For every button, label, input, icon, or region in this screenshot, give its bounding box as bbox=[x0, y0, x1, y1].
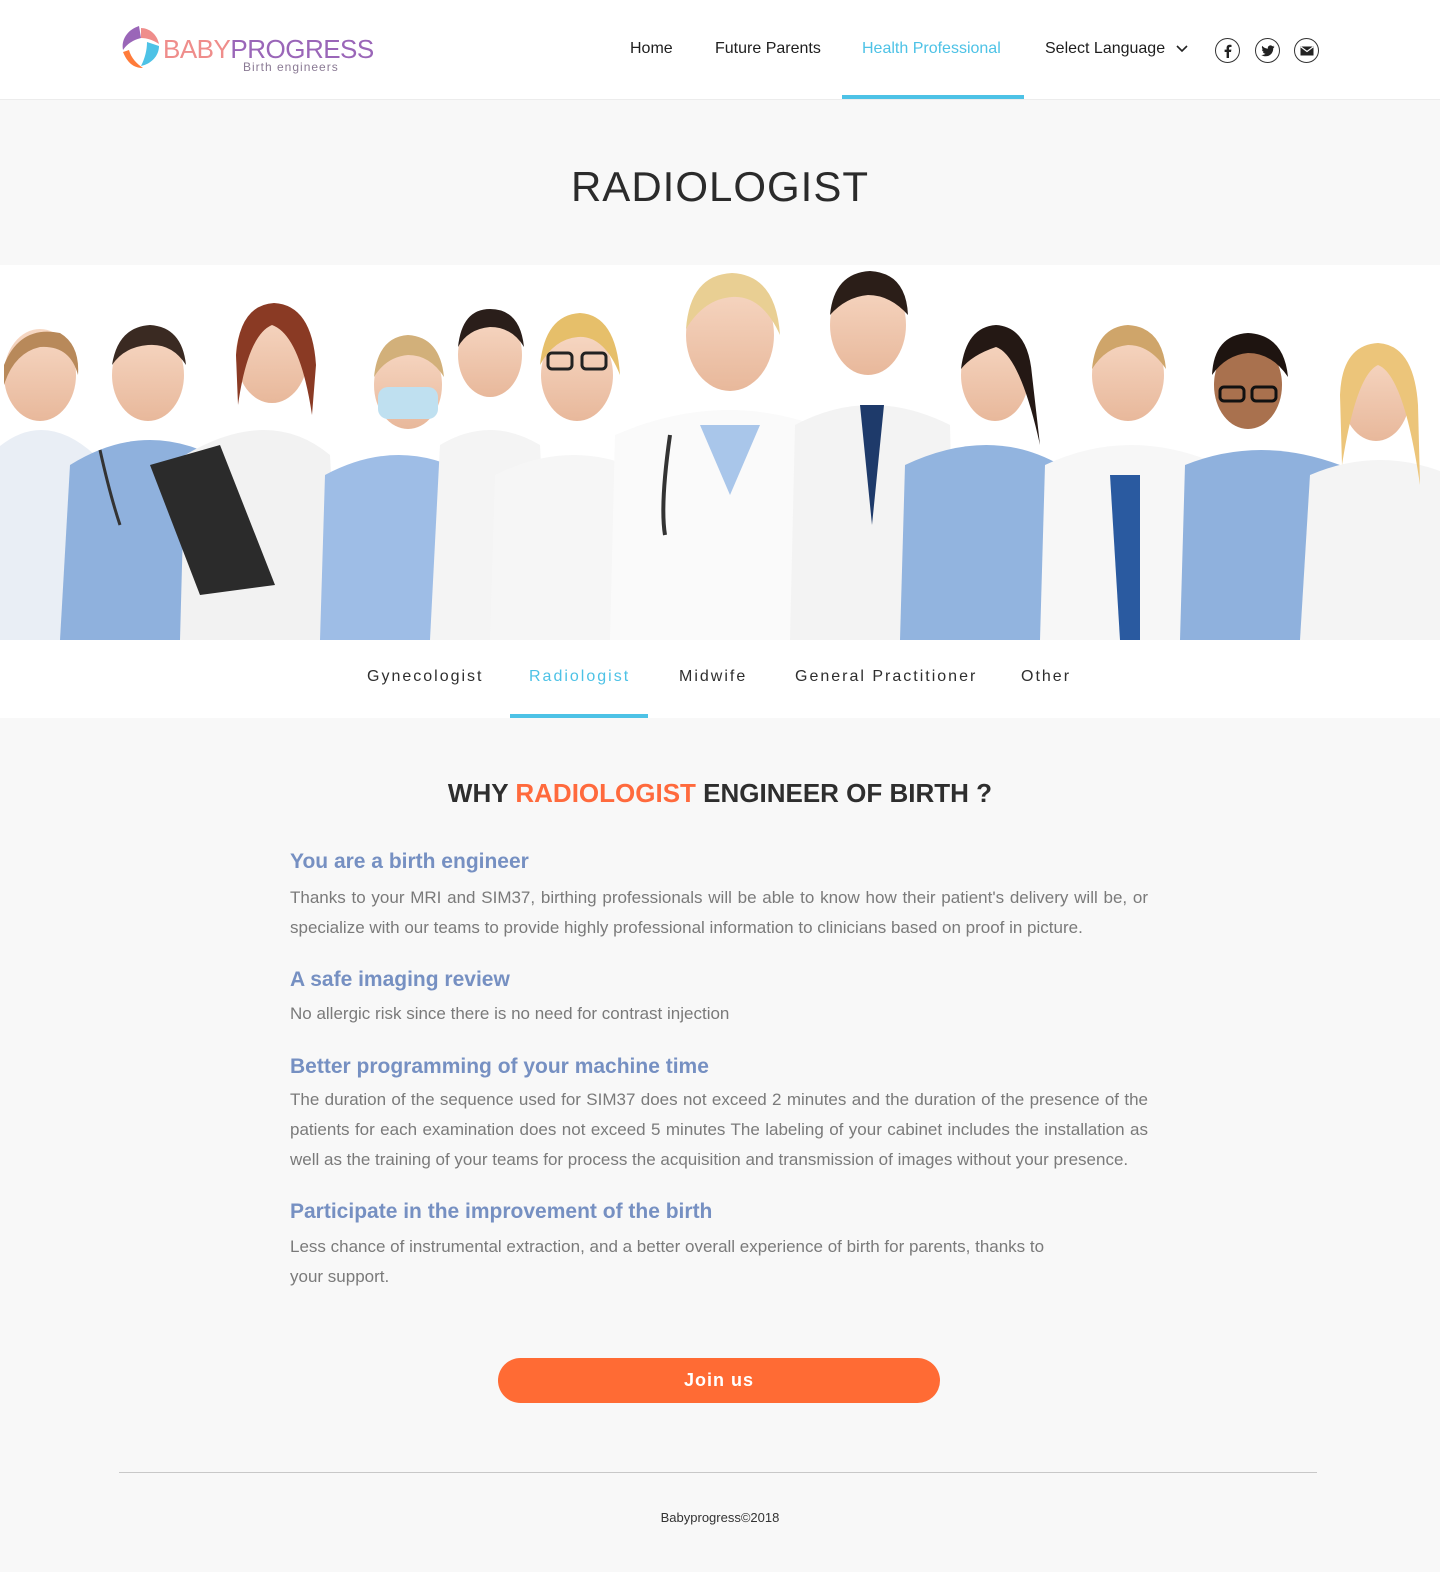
nav-home[interactable]: Home bbox=[630, 40, 673, 58]
page-title: RADIOLOGIST bbox=[570, 163, 870, 210]
nav-health-professional[interactable]: Health Professional bbox=[862, 40, 1001, 58]
benefit-text: Thanks to your MRI and SIM37, birthing p… bbox=[290, 888, 1148, 937]
logo-tagline: Birth engineers bbox=[243, 60, 339, 74]
benefit-title: You are a birth engineer bbox=[290, 850, 529, 873]
chevron-down-icon bbox=[1175, 45, 1188, 52]
tab-general-practitioner[interactable]: General Practitioner bbox=[795, 668, 977, 686]
nav-future-parents[interactable]: Future Parents bbox=[715, 40, 821, 58]
section-heading-accent: RADIOLOGIST bbox=[515, 778, 696, 808]
benefit-text: Less chance of instrumental extraction, … bbox=[290, 1237, 1045, 1286]
medical-team-illustration bbox=[0, 265, 1440, 640]
tab-gynecologist[interactable]: Gynecologist bbox=[367, 668, 484, 686]
section-heading-pre: WHY bbox=[447, 778, 509, 808]
twitter-icon[interactable] bbox=[1255, 38, 1280, 63]
facebook-icon[interactable] bbox=[1215, 38, 1240, 63]
tab-midwife[interactable]: Midwife bbox=[679, 668, 747, 686]
benefit-text: The duration of the sequence used for SI… bbox=[290, 1090, 1148, 1169]
benefit-title: A safe imaging review bbox=[290, 968, 510, 991]
footer-copyright: Babyprogress©2018 bbox=[660, 1510, 780, 1525]
language-select-label: Select Language bbox=[1045, 40, 1166, 57]
hero-image bbox=[0, 265, 1440, 640]
language-select[interactable]: Select Language bbox=[1045, 40, 1188, 58]
benefit-title: Participate in the improvement of the bi… bbox=[290, 1200, 713, 1223]
profession-tabs: Gynecologist Radiologist Midwife General… bbox=[0, 640, 1440, 718]
benefit-title: Better programming of your machine time bbox=[290, 1055, 709, 1078]
footer-divider bbox=[119, 1472, 1317, 1473]
tab-other[interactable]: Other bbox=[1021, 668, 1071, 686]
nav-active-indicator bbox=[842, 95, 1024, 99]
logo[interactable]: BABYPROGRESS Birth engineers bbox=[119, 22, 374, 78]
mail-icon[interactable] bbox=[1294, 38, 1319, 63]
section-heading: WHY RADIOLOGIST ENGINEER OF BIRTH ? bbox=[0, 778, 1440, 809]
section-heading-post: ENGINEER OF BIRTH ? bbox=[703, 778, 993, 808]
logo-baby: BABY bbox=[163, 34, 231, 64]
tab-active-indicator bbox=[510, 714, 648, 718]
logo-icon bbox=[122, 26, 159, 68]
site-header: BABYPROGRESS Birth engineers Home Future… bbox=[0, 0, 1440, 100]
join-us-button[interactable]: Join us bbox=[498, 1358, 940, 1403]
tab-radiologist[interactable]: Radiologist bbox=[529, 668, 630, 686]
benefit-text: No allergic risk since there is no need … bbox=[290, 1004, 730, 1023]
